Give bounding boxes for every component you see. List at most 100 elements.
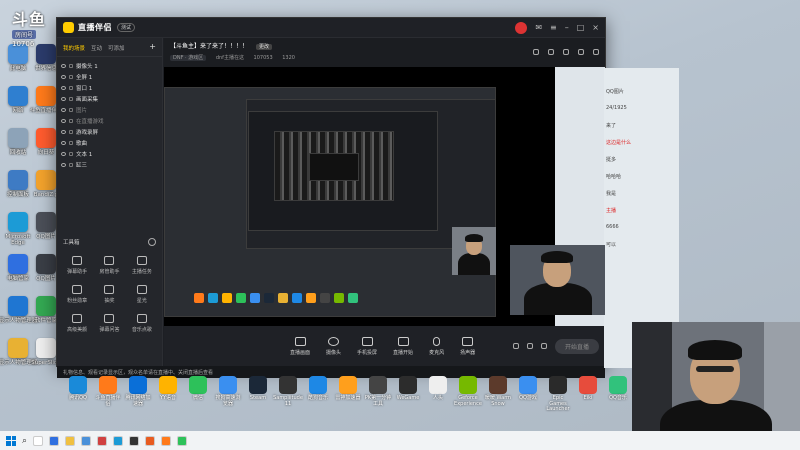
source-item[interactable]: 缸三 [61, 159, 158, 170]
source-item[interactable]: 窗口 1 [61, 82, 158, 93]
desktop-app-icon[interactable]: 人头 [424, 376, 452, 402]
desktop-app-icon[interactable]: Steam [244, 376, 272, 402]
source-item[interactable]: 摄像头 1 [61, 60, 158, 71]
speaker-control[interactable]: 扬声器 [460, 336, 475, 356]
tab-interaction[interactable]: 互动 [91, 44, 102, 52]
taskbar-app-icon[interactable] [161, 435, 172, 446]
taskbar-app-icon[interactable] [81, 435, 92, 446]
search-icon[interactable]: ⌕ [22, 436, 27, 446]
visibility-icon[interactable] [61, 85, 66, 90]
desktop-app-icon[interactable]: QQ音乐 [604, 376, 632, 402]
visibility-icon[interactable] [61, 118, 66, 123]
lock-icon[interactable] [69, 118, 73, 123]
tool-button[interactable]: 星光 [126, 285, 158, 304]
taskbar-app-icon[interactable] [65, 435, 76, 446]
lock-icon[interactable] [69, 129, 73, 134]
desktop-app-icon[interactable]: Epic Games Launcher [544, 376, 572, 413]
source-item[interactable]: 画面采集 [61, 93, 158, 104]
nested-capture-5 [309, 153, 359, 181]
source-item[interactable]: 全屏 1 [61, 71, 158, 82]
gear-icon[interactable] [540, 343, 547, 349]
tool-button[interactable]: 高级美颜 [61, 314, 93, 333]
camera-button[interactable]: 摄像头 [326, 336, 341, 356]
desktop-app-icon[interactable]: Geforce Experience [454, 376, 482, 407]
visibility-icon[interactable] [61, 129, 66, 134]
source-item[interactable]: 文本 1 [61, 148, 158, 159]
lock-icon[interactable] [69, 162, 73, 167]
desktop-app-icon[interactable]: 搜狗高速浏览器 [214, 376, 242, 407]
taskbar-app-icon[interactable] [33, 435, 44, 446]
share-icon[interactable] [593, 49, 599, 55]
close-icon[interactable]: × [592, 23, 599, 32]
visibility-icon[interactable] [61, 107, 66, 112]
desktop-app-icon[interactable]: Sampliitude 11 [273, 376, 303, 407]
source-item[interactable]: 歌曲 [61, 137, 158, 148]
desktop-app-icon[interactable]: YY语音 [154, 376, 182, 402]
toolbox-settings-icon[interactable] [148, 238, 156, 246]
tab-my-scenes[interactable]: 我的场景 [63, 44, 85, 52]
visibility-icon[interactable] [61, 162, 66, 167]
visibility-icon[interactable] [61, 151, 66, 156]
desktop-app-icon[interactable]: WeGame [394, 376, 422, 402]
source-item[interactable]: 在直播游戏 [61, 115, 158, 126]
room-title[interactable]: 【斗鱼主】来了来了！！！！ [170, 43, 248, 50]
desktop-app-icon[interactable]: 腾讯QQ [64, 376, 92, 402]
live-scene-button[interactable]: 直播画面 [290, 336, 310, 356]
tool-button[interactable]: 抽奖 [93, 285, 125, 304]
visibility-icon[interactable] [61, 96, 66, 101]
mic-control[interactable]: 麦克风 [429, 336, 444, 356]
source-item[interactable]: 图片 [61, 104, 158, 115]
edit-title-button[interactable]: 更改 [255, 44, 272, 50]
maximize-icon[interactable]: □ [577, 23, 585, 32]
taskbar-app-icon[interactable] [49, 435, 60, 446]
desktop-app-icon[interactable]: 腾讯网络加速器 [124, 376, 152, 407]
start-live-scene-button[interactable]: 直播开始 [393, 336, 413, 356]
gift-icon[interactable] [533, 49, 539, 55]
desktop-app-icon[interactable]: PK第一分钟工具 [364, 376, 392, 407]
source-item[interactable]: 游戏录屏 [61, 126, 158, 137]
tab-addable[interactable]: 可添加 [108, 44, 125, 52]
settings-icon[interactable] [578, 49, 584, 55]
tool-button[interactable]: 音乐点歌 [126, 314, 158, 333]
lock-icon[interactable] [69, 151, 73, 156]
go-live-button[interactable]: 开始直播 [554, 338, 599, 354]
taskbar-app-icon[interactable] [97, 435, 108, 446]
desktop-app-icon[interactable]: 雷神加速器 [334, 376, 362, 402]
lock-icon[interactable] [548, 49, 554, 55]
user-avatar[interactable] [515, 21, 528, 34]
taskbar-app-icon[interactable] [145, 435, 156, 446]
desktop-app-icon[interactable]: 微信 [184, 376, 212, 402]
windows-start-icon[interactable] [6, 435, 16, 446]
visibility-icon[interactable] [61, 140, 66, 145]
copy-icon[interactable] [563, 49, 569, 55]
room-category[interactable]: DNF · 游戏区 [170, 55, 207, 61]
desktop-app-icon[interactable]: 暖暖 Warm Snow [484, 376, 512, 407]
desktop-app-icon[interactable]: Eiki [574, 376, 602, 402]
add-source-button[interactable]: + [149, 43, 156, 52]
taskbar-app-icon[interactable] [113, 435, 124, 446]
lock-icon[interactable] [69, 107, 73, 112]
record-icon[interactable] [512, 343, 519, 349]
desktop-app-icon[interactable]: 酷狗音乐 [304, 376, 332, 402]
tool-button[interactable]: 主播任务 [126, 256, 158, 275]
desktop-app-icon[interactable]: 斗鱼直播伴侣 [94, 376, 122, 407]
tool-button[interactable]: 粉丝勋章 [61, 285, 93, 304]
lock-icon[interactable] [69, 74, 73, 79]
tool-button[interactable]: 房管助手 [93, 256, 125, 275]
lock-icon[interactable] [69, 63, 73, 68]
skin-icon[interactable]: ✉ [535, 23, 542, 32]
taskbar-app-icon[interactable] [129, 435, 140, 446]
lock-icon[interactable] [69, 85, 73, 90]
lock-icon[interactable] [69, 140, 73, 145]
desktop-app-icon[interactable]: QQ游戏 [514, 376, 542, 402]
tool-button[interactable]: 弹幕助手 [61, 256, 93, 275]
visibility-icon[interactable] [61, 74, 66, 79]
visibility-icon[interactable] [61, 63, 66, 68]
timer-icon[interactable] [526, 343, 533, 349]
lock-icon[interactable] [69, 96, 73, 101]
phone-cast-button[interactable]: 手机投屏 [357, 336, 377, 356]
menu-icon[interactable]: ≡ [550, 23, 557, 32]
minimize-icon[interactable]: – [565, 23, 569, 32]
tool-button[interactable]: 弹幕问答 [93, 314, 125, 333]
taskbar-app-icon[interactable] [177, 435, 188, 446]
